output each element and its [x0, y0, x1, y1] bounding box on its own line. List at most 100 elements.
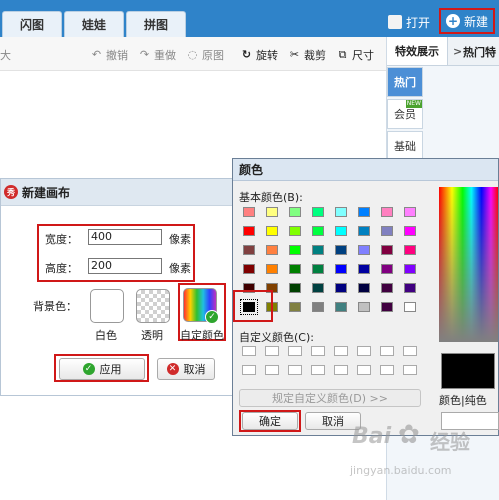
basic-color-swatch[interactable]: [289, 264, 301, 274]
height-input[interactable]: 200: [88, 258, 162, 274]
new-canvas-title-bar: 秀 新建画布: [1, 179, 233, 206]
custom-color-swatch[interactable]: [357, 365, 371, 375]
basic-color-swatch[interactable]: [312, 245, 324, 255]
basic-color-swatch[interactable]: [358, 283, 370, 293]
color-picker-dialog: 颜色 基本颜色(B): 自定义颜色(C): 规定自定义颜色(D) >> 确定 取…: [232, 158, 499, 436]
crop-button[interactable]: ✂ 裁剪: [288, 47, 326, 63]
basic-color-swatch[interactable]: [243, 264, 255, 274]
width-unit: 像素: [169, 233, 191, 246]
basic-color-swatch[interactable]: [266, 207, 278, 217]
watermark-brand: Bai: [352, 424, 392, 449]
panel-tabs: 特效展示 > 热门特: [387, 37, 499, 66]
category-member[interactable]: 会员 NEW: [387, 99, 423, 129]
custom-color-swatch[interactable]: [334, 365, 348, 375]
edit-toolbar: 大 ↶ 撤销 ↷ 重做 ◌ 原图 ↻ 旋转 ✂ 裁剪 ⧉ 尺寸: [0, 37, 386, 71]
basic-color-swatch[interactable]: [289, 226, 301, 236]
basic-color-swatch[interactable]: [358, 264, 370, 274]
basic-color-swatch[interactable]: [312, 207, 324, 217]
custom-color-swatch[interactable]: [380, 365, 394, 375]
custom-color-swatch[interactable]: [311, 365, 325, 375]
category-member-label: 会员: [394, 108, 416, 121]
basic-color-swatch[interactable]: [381, 226, 393, 236]
color-spectrum[interactable]: [439, 187, 498, 342]
basic-color-swatch[interactable]: [381, 302, 393, 312]
original-button[interactable]: ◌ 原图: [186, 47, 224, 63]
redo-button[interactable]: ↷ 重做: [138, 47, 176, 63]
basic-color-swatch[interactable]: [404, 302, 416, 312]
basic-color-swatch[interactable]: [335, 226, 347, 236]
basic-color-swatch[interactable]: [404, 207, 416, 217]
custom-color-swatch[interactable]: [403, 365, 417, 375]
custom-color-swatch[interactable]: [380, 346, 394, 356]
tab-collage[interactable]: 拼图: [126, 11, 186, 37]
basic-color-swatch[interactable]: [312, 264, 324, 274]
custom-color-swatch[interactable]: [265, 346, 279, 356]
basic-color-swatch[interactable]: [243, 226, 255, 236]
basic-color-swatch[interactable]: [335, 283, 347, 293]
basic-color-swatch[interactable]: [358, 245, 370, 255]
rotate-button[interactable]: ↻ 旋转: [240, 47, 278, 63]
define-custom-colors-button[interactable]: 规定自定义颜色(D) >>: [239, 389, 421, 407]
basic-color-swatch[interactable]: [381, 245, 393, 255]
apply-button[interactable]: ✓ 应用: [59, 358, 145, 380]
transparent-background-option[interactable]: [136, 289, 170, 323]
tab-flash-image[interactable]: 闪图: [2, 11, 62, 37]
basic-color-swatch[interactable]: [335, 264, 347, 274]
selected-swatch-highlight: [233, 290, 273, 322]
basic-color-swatch[interactable]: [289, 245, 301, 255]
tab-doll[interactable]: 娃娃: [64, 11, 124, 37]
basic-color-swatch[interactable]: [381, 207, 393, 217]
open-button[interactable]: 打开: [388, 10, 430, 34]
custom-color-swatch[interactable]: [311, 346, 325, 356]
white-background-option[interactable]: [90, 289, 124, 323]
custom-color-swatch[interactable]: [288, 346, 302, 356]
category-basic[interactable]: 基础: [387, 131, 423, 161]
basic-color-swatch[interactable]: [289, 302, 301, 312]
basic-color-swatch[interactable]: [312, 302, 324, 312]
category-basic-label: 基础: [394, 140, 416, 153]
category-hot[interactable]: 热门: [387, 67, 423, 97]
redo-label: 重做: [154, 49, 176, 62]
custom-color-swatch[interactable]: [288, 365, 302, 375]
tab-hot-effects[interactable]: 热门特: [463, 44, 496, 60]
basic-color-swatch[interactable]: [266, 264, 278, 274]
basic-color-swatch[interactable]: [243, 245, 255, 255]
basic-color-swatch[interactable]: [358, 302, 370, 312]
basic-color-swatch[interactable]: [243, 207, 255, 217]
basic-color-swatch[interactable]: [404, 245, 416, 255]
rotate-label: 旋转: [256, 49, 278, 62]
custom-color-swatch[interactable]: [242, 346, 256, 356]
basic-color-swatch[interactable]: [266, 245, 278, 255]
cancel-button[interactable]: ✕ 取消: [157, 358, 215, 380]
new-button[interactable]: + 新建: [439, 8, 495, 34]
ok-button[interactable]: 确定: [242, 412, 298, 430]
basic-color-swatch[interactable]: [266, 226, 278, 236]
undo-button[interactable]: ↶ 撤销: [90, 47, 128, 63]
basic-color-swatch[interactable]: [404, 283, 416, 293]
custom-color-swatch[interactable]: [403, 346, 417, 356]
basic-color-swatch[interactable]: [289, 283, 301, 293]
size-button[interactable]: ⧉ 尺寸: [336, 47, 374, 63]
basic-color-swatch[interactable]: [381, 283, 393, 293]
basic-color-swatch[interactable]: [312, 226, 324, 236]
basic-color-swatch[interactable]: [358, 226, 370, 236]
basic-color-swatch[interactable]: [381, 264, 393, 274]
basic-color-swatch[interactable]: [312, 283, 324, 293]
basic-color-swatch[interactable]: [335, 245, 347, 255]
color-solid-label: 颜色|纯色: [439, 394, 487, 407]
basic-color-swatch[interactable]: [335, 207, 347, 217]
custom-color-swatch[interactable]: [357, 346, 371, 356]
basic-color-swatch[interactable]: [289, 207, 301, 217]
custom-color-swatch[interactable]: [265, 365, 279, 375]
custom-color-swatch[interactable]: [334, 346, 348, 356]
original-icon: ◌: [187, 48, 198, 61]
custom-color-background-option[interactable]: ✓: [183, 288, 219, 324]
width-input[interactable]: 400: [88, 229, 162, 245]
basic-color-swatch[interactable]: [358, 207, 370, 217]
custom-color-swatch[interactable]: [242, 365, 256, 375]
tab-effects-showcase[interactable]: 特效展示: [387, 37, 448, 65]
basic-color-swatch[interactable]: [404, 264, 416, 274]
meitu-logo-icon: 秀: [4, 185, 18, 199]
basic-color-swatch[interactable]: [404, 226, 416, 236]
basic-color-swatch[interactable]: [335, 302, 347, 312]
